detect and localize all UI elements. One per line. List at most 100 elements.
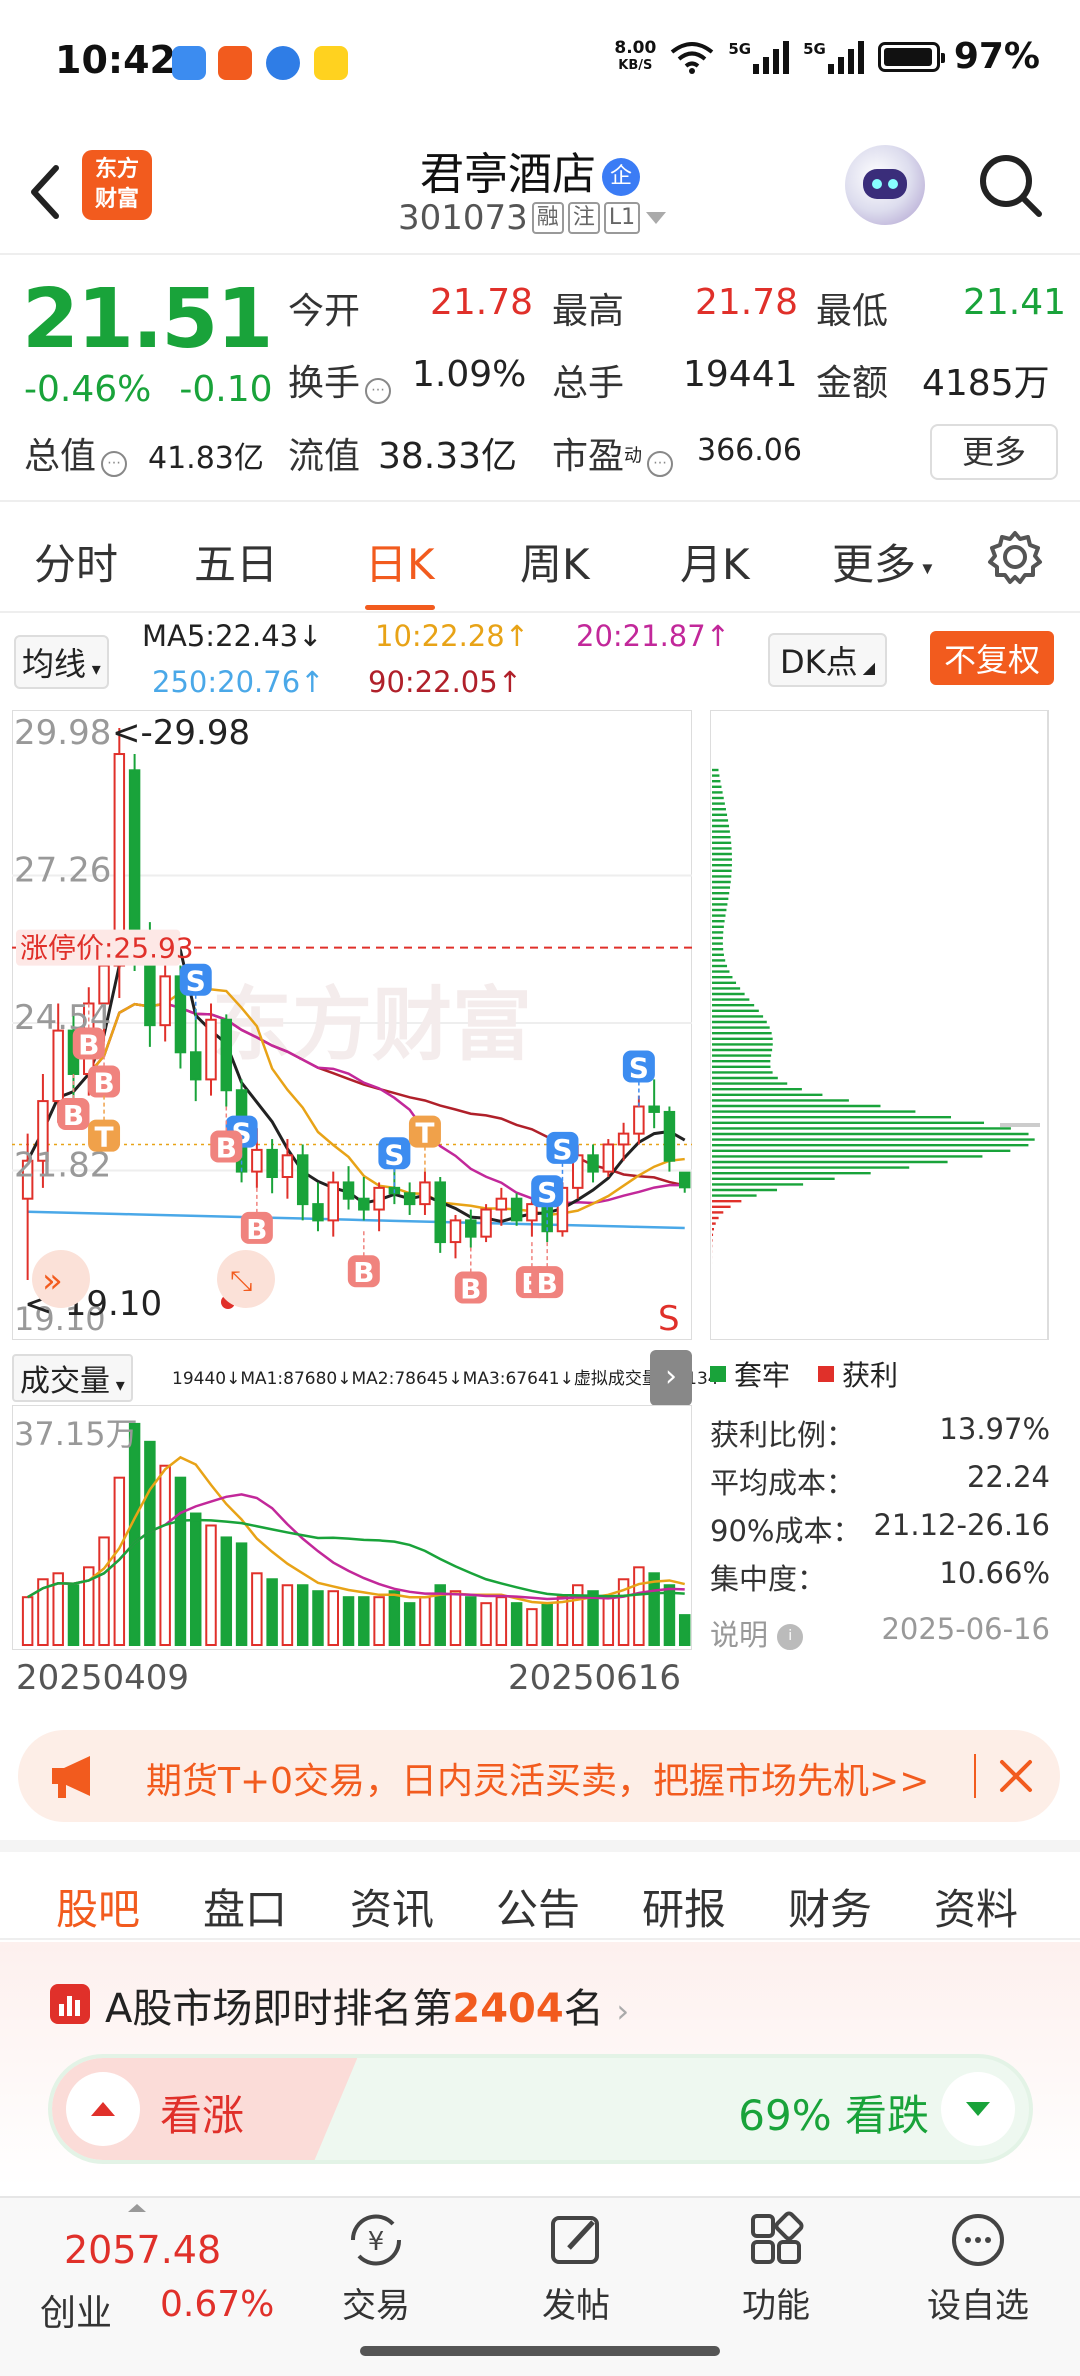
- expand-arrow-button[interactable]: ›: [650, 1350, 692, 1406]
- tab-daily-k[interactable]: 日K: [365, 531, 435, 610]
- ma-selector[interactable]: 均线 ▾: [14, 635, 109, 689]
- note-tag: 注: [567, 202, 600, 234]
- gear-icon[interactable]: [985, 527, 1045, 587]
- kline-chart[interactable]: 东方财富29.98 <-29.9827.2624.5421.8219.10涨停价:…: [12, 710, 692, 1340]
- volume-bar: [358, 1596, 370, 1646]
- tab-forum[interactable]: 股吧: [56, 1876, 141, 1951]
- tab-news[interactable]: 资讯: [350, 1876, 434, 1937]
- ranking-text[interactable]: A股市场即时排名第2404名 ›: [105, 1976, 629, 2034]
- volume-bar: [281, 1584, 294, 1647]
- robot-avatar-icon[interactable]: [845, 145, 925, 225]
- candle: [128, 769, 141, 945]
- nav-add-watchlist[interactable]: 设自选: [908, 2208, 1048, 2327]
- signal-b: B: [353, 1256, 374, 1289]
- candle: [419, 1181, 431, 1206]
- profit-ratio-row: 获利比例： 13.97%: [710, 1412, 1050, 1452]
- volume-bar: [67, 1584, 80, 1647]
- enterprise-badge: 企: [602, 158, 640, 196]
- nav-functions[interactable]: 功能: [706, 2208, 846, 2327]
- promo-banner[interactable]: 期货T+0交易，日内灵活买卖，把握市场先机>>: [18, 1730, 1060, 1822]
- app-logo[interactable]: 东方 财富: [82, 150, 152, 220]
- volume-bar: [205, 1524, 217, 1646]
- stock-code-row[interactable]: 301073 融 注 L1: [398, 198, 668, 238]
- signal-b: B: [246, 1213, 267, 1246]
- tab-five-day[interactable]: 五日: [194, 531, 278, 592]
- volume-bar: [526, 1608, 538, 1646]
- low-value: 21.41: [963, 282, 1067, 323]
- volume-bar: [388, 1590, 401, 1646]
- candle: [373, 1186, 385, 1211]
- tab-financials[interactable]: 财务: [788, 1876, 872, 1937]
- index-percent[interactable]: 0.67%: [160, 2284, 274, 2325]
- index-value[interactable]: 2057.48: [64, 2228, 221, 2272]
- back-button[interactable]: [26, 162, 66, 222]
- candle: [449, 1219, 462, 1244]
- index-name[interactable]: 创业: [40, 2284, 112, 2336]
- tab-orderbook[interactable]: 盘口: [203, 1876, 287, 1937]
- volume-selector[interactable]: 成交量 ▾: [12, 1354, 133, 1402]
- tab-more[interactable]: 更多 ▾: [832, 531, 932, 592]
- ma10-value: 10:22.28↑: [375, 619, 529, 653]
- volume-bar: [312, 1590, 324, 1646]
- info-icon: ⋯: [101, 450, 128, 477]
- candle: [602, 1143, 615, 1173]
- volume-bar: [678, 1614, 691, 1646]
- open-label: 今开: [288, 291, 361, 332]
- volume-bar: [21, 1596, 34, 1646]
- low-label: 最低: [816, 291, 889, 332]
- adjust-button[interactable]: 不复权: [930, 631, 1055, 685]
- candle: [403, 1192, 416, 1206]
- search-icon[interactable]: [975, 150, 1045, 220]
- volume-bar: [495, 1596, 508, 1646]
- banner-text[interactable]: 期货T+0交易，日内灵活买卖，把握市场先机>>: [146, 1752, 976, 1804]
- volume-bar: [633, 1566, 645, 1646]
- volume-bar: [510, 1602, 523, 1647]
- tab-intraday[interactable]: 分时: [34, 531, 118, 592]
- candle: [663, 1110, 676, 1162]
- bear-vote-button[interactable]: [941, 2072, 1015, 2146]
- nav-post[interactable]: 发帖: [506, 2208, 646, 2327]
- x-start-date: 20250409: [16, 1658, 190, 1698]
- app-notification-icon: [218, 46, 252, 80]
- candle: [434, 1181, 446, 1244]
- volume-bar: [235, 1542, 248, 1647]
- volume-bar: [663, 1584, 676, 1647]
- high-label: 最高: [552, 291, 625, 332]
- app-notification-icon: [266, 46, 300, 80]
- volume-bar: [159, 1464, 171, 1647]
- volume-bar: [144, 1440, 156, 1647]
- more-quote-button[interactable]: 更多: [930, 424, 1058, 480]
- chip-note-row[interactable]: 说明 i 2025-06-16: [710, 1612, 1050, 1654]
- tab-announcements[interactable]: 公告: [496, 1876, 580, 1937]
- pe-value: 366.06: [697, 433, 802, 468]
- volume-chart: 37.15万: [12, 1405, 692, 1650]
- candle: [220, 1018, 233, 1092]
- change-amount: -0.10: [179, 369, 273, 410]
- candle: [312, 1203, 324, 1222]
- nav-trade[interactable]: ¥ 交易: [306, 2208, 446, 2327]
- stock-header: 东方 财富 君亭酒店企 301073 融 注 L1: [0, 120, 1080, 255]
- app-notification-icon: [314, 46, 348, 80]
- status-right: 8.00 KB/S 5G 5G 97%: [614, 36, 1040, 77]
- candle: [189, 1051, 202, 1081]
- close-icon[interactable]: [988, 1748, 1044, 1804]
- tab-weekly-k[interactable]: 周K: [520, 531, 590, 592]
- volume-bar: [189, 1512, 202, 1646]
- tab-research[interactable]: 研报: [642, 1876, 726, 1937]
- signal-t: T: [94, 1121, 113, 1154]
- signal-2: 5G: [803, 40, 864, 74]
- bottom-nav: 2057.48 创业 0.67% ¥ 交易 发帖 功能 设自选: [0, 2196, 1080, 2376]
- caret-down-icon: [646, 212, 667, 224]
- signal-t: T: [415, 1117, 434, 1150]
- tab-profile[interactable]: 资料: [934, 1876, 1018, 1937]
- candle: [526, 1203, 538, 1222]
- candle: [648, 1105, 660, 1113]
- banner-divider: [974, 1754, 976, 1798]
- period-tabs: 分时 五日 日K 周K 月K 更多 ▾: [0, 505, 1080, 613]
- volume-bar: [465, 1596, 477, 1646]
- x-end-date: 20250616: [508, 1658, 682, 1698]
- tab-monthly-k[interactable]: 月K: [680, 531, 750, 592]
- battery-text: 97%: [953, 36, 1040, 77]
- dk-point-selector[interactable]: DK点 ◢: [768, 633, 888, 687]
- bull-vote-button[interactable]: [66, 2072, 140, 2146]
